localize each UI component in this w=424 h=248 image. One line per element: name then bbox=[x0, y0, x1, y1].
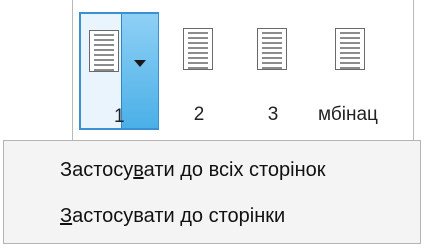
gallery-item-3[interactable]: 3 bbox=[243, 12, 303, 130]
gallery-item-4[interactable]: мбінац bbox=[317, 12, 387, 130]
gallery-item-label: 3 bbox=[267, 104, 279, 125]
menu-item-text: ати до всіх сторінок bbox=[143, 159, 326, 181]
dropdown-arrow-icon bbox=[134, 60, 146, 67]
menu-item-text: астосувати до сторінки bbox=[72, 205, 286, 227]
menu-item-apply-all-pages[interactable]: Застосувати до всіх сторінок bbox=[60, 159, 326, 182]
context-menu: Застосувати до всіх сторінок Застосувати… bbox=[3, 140, 421, 244]
gallery-item-1[interactable]: 1 bbox=[79, 12, 159, 130]
page-thumbnail-icon bbox=[257, 28, 287, 70]
page-thumbnail-icon bbox=[335, 28, 365, 70]
gallery-item-label: мбінац bbox=[318, 104, 378, 125]
gallery-item-label: 1 bbox=[114, 106, 125, 127]
menu-item-apply-page[interactable]: Застосувати до сторінки bbox=[60, 205, 285, 228]
menu-item-mnemonic: З bbox=[60, 205, 73, 227]
gallery-item-2[interactable]: 2 bbox=[169, 12, 229, 130]
menu-item-text: Застосу bbox=[60, 159, 134, 181]
gallery-item-label: 2 bbox=[193, 104, 205, 125]
page-thumbnail-icon bbox=[89, 30, 119, 72]
page-thumbnail-icon bbox=[183, 28, 213, 70]
menu-item-mnemonic: в bbox=[133, 159, 144, 181]
page-layout-gallery: 1 2 3 мбінац bbox=[72, 0, 414, 140]
